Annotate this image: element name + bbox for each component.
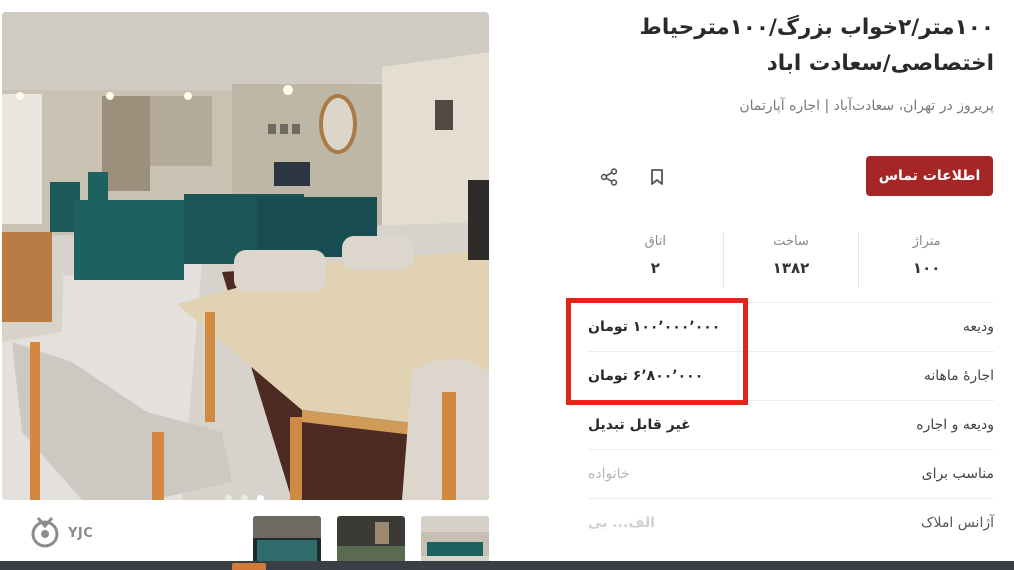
detail-row-suitable-for: مناسب برای خانواده [588,449,994,498]
listing-title: ۱۰۰متر/۲خواب بزرگ/۱۰۰مترحیاط اختصاصی/سعا… [639,15,994,76]
gallery-dot[interactable] [225,495,232,500]
row-label: ودیعه [962,319,994,335]
gallery-thumbnails [253,516,489,566]
key-stats: متراژ ۱۰۰ ساخت ۱۳۸۲ اتاق ۲ [588,232,994,288]
row-value: ۶٬۸۰۰٬۰۰۰ تومان [588,368,704,384]
row-value: خانواده [588,466,630,482]
stat-value: ۲ [650,259,660,277]
row-label: آژانس املاک [920,515,994,531]
gallery-dot-active[interactable] [257,495,264,500]
stat-build-year: ساخت ۱۳۸۲ [722,232,859,288]
stat-rooms: اتاق ۲ [588,232,723,288]
stat-label: ساخت [773,234,809,249]
row-label: ودیعه و اجاره [916,417,994,433]
row-value: ۱۰۰٬۰۰۰٬۰۰۰ تومان [588,319,721,335]
listing-subtitle: پریروز در تهران، سعادت‌آباد | اجاره آپار… [739,98,994,114]
row-value: الف... بی [588,515,655,531]
stat-label: اتاق [644,234,666,249]
contact-info-button[interactable]: اطلاعات تماس [866,156,993,196]
detail-row-agency: آژانس املاک الف... بی [588,498,994,547]
stat-label: متراژ [912,234,941,249]
yjc-logo-icon [31,517,59,548]
detail-row-convertible: ودیعه و اجاره غیر قابل تبدیل [588,400,994,449]
row-label: مناسب برای [921,466,994,482]
detail-rows: ودیعه ۱۰۰٬۰۰۰٬۰۰۰ تومان اجارهٔ ماهانه ۶٬… [588,302,994,547]
bookmark-button[interactable] [644,164,670,190]
gallery-dots [225,495,264,500]
thumbnail[interactable] [421,516,489,566]
gallery-dot[interactable] [241,495,248,500]
os-taskbar [0,561,1014,570]
thumbnail[interactable] [253,516,321,566]
row-label: اجارهٔ ماهانه [923,368,994,384]
bookmark-icon [651,169,663,185]
taskbar-app-icon[interactable] [232,563,266,570]
stat-value: ۱۳۸۲ [772,259,810,277]
share-icon [600,168,618,186]
detail-row-monthly-rent: اجارهٔ ماهانه ۶٬۸۰۰٬۰۰۰ تومان [588,351,994,400]
row-value: غیر قابل تبدیل [588,417,691,433]
thumbnail[interactable] [337,516,405,566]
yjc-label: YJC [68,525,94,541]
stat-area: متراژ ۱۰۰ [858,232,994,288]
yjc-watermark: YJC [28,514,93,552]
stat-value: ۱۰۰ [912,259,941,277]
detail-row-deposit: ودیعه ۱۰۰٬۰۰۰٬۰۰۰ تومان [588,302,994,351]
share-button[interactable] [596,164,622,190]
listing-main-photo[interactable] [2,12,489,500]
